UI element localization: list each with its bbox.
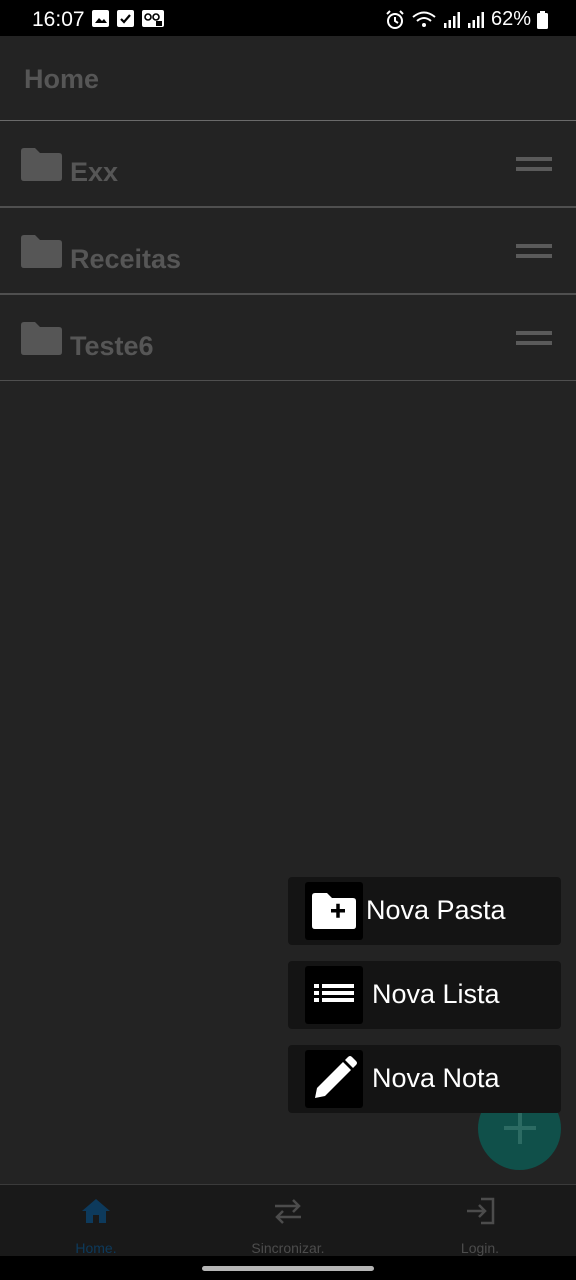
folder-icon: [21, 322, 62, 355]
new-folder-icon: [305, 882, 363, 940]
notification-icons: [92, 10, 164, 27]
battery-icon: [537, 10, 548, 29]
list-icon: [305, 966, 363, 1024]
app-header: Home: [0, 36, 576, 121]
voicemail-icon: [142, 10, 164, 27]
new-note-button[interactable]: Nova Nota: [288, 1045, 561, 1113]
nav-login-label: Login.: [460, 1240, 500, 1256]
new-folder-button[interactable]: Nova Pasta: [288, 877, 561, 945]
folder-item[interactable]: Exx: [0, 121, 576, 208]
nav-home[interactable]: Home.: [0, 1185, 192, 1257]
drag-handle-icon[interactable]: [516, 331, 552, 345]
folder-icon: [21, 235, 62, 268]
new-list-label: Nova Lista: [372, 979, 500, 1009]
nav-sync-label: Sincronizar.: [251, 1240, 325, 1256]
login-icon: [467, 1197, 495, 1225]
drag-handle-icon[interactable]: [516, 157, 552, 171]
nav-login[interactable]: Login.: [384, 1185, 576, 1257]
home-icon: [82, 1199, 110, 1223]
new-note-label: Nova Nota: [372, 1063, 500, 1093]
alarm-icon: [386, 9, 404, 29]
nav-home-label: Home.: [75, 1240, 117, 1256]
drag-handle-icon[interactable]: [516, 244, 552, 258]
status-bar: 16:07 62%: [0, 0, 576, 36]
check-icon: [117, 10, 134, 27]
page-title: Home: [24, 64, 100, 94]
folder-name: Exx: [70, 157, 119, 187]
folder-icon: [21, 148, 62, 181]
folder-item[interactable]: Receitas: [0, 208, 576, 295]
bottom-nav: Home. Sincronizar. Login.: [0, 1184, 576, 1257]
folder-list: Exx Receitas Teste6: [0, 121, 576, 381]
signal-icon: [467, 11, 484, 28]
new-list-button[interactable]: Nova Lista: [288, 961, 561, 1029]
folder-name: Teste6: [70, 331, 154, 361]
gesture-handle[interactable]: [202, 1266, 374, 1271]
nav-sync[interactable]: Sincronizar.: [192, 1185, 384, 1257]
wifi-icon: [412, 11, 436, 27]
pencil-icon: [305, 1050, 363, 1108]
battery-percent: 62%: [490, 8, 531, 30]
status-time: 16:07: [32, 8, 85, 31]
new-folder-label: Nova Pasta: [366, 895, 506, 925]
signal-icon: [443, 11, 460, 28]
folder-item[interactable]: Teste6: [0, 295, 576, 381]
image-icon: [92, 10, 109, 27]
system-icons: 62%: [385, 8, 548, 31]
folder-name: Receitas: [70, 244, 182, 274]
sync-arrows-icon: [275, 1199, 301, 1224]
